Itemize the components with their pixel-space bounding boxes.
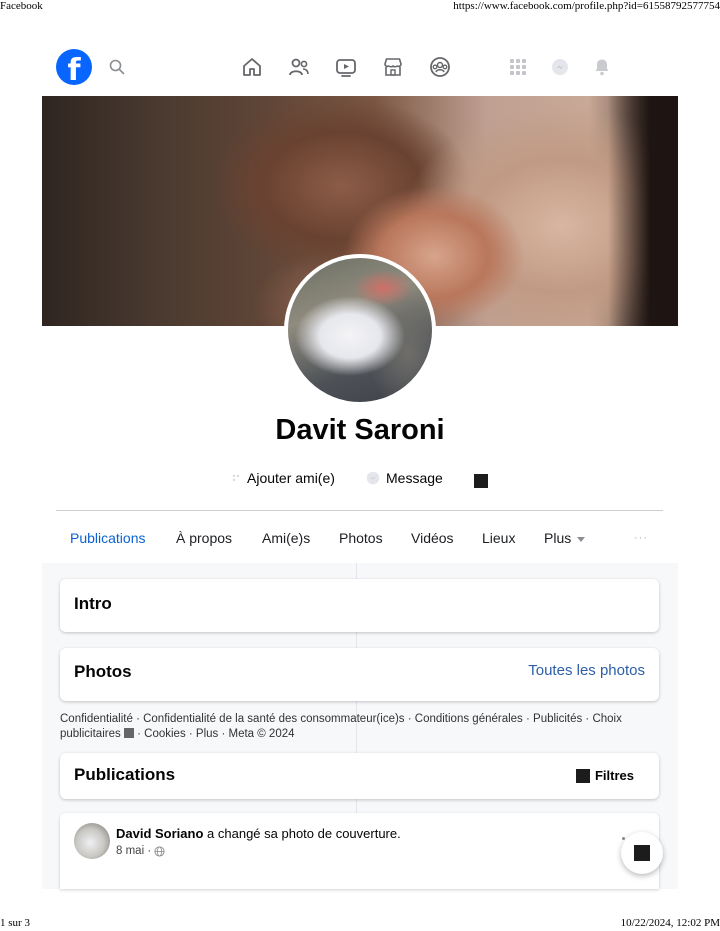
add-friend-button[interactable]: Ajouter ami(e) — [229, 470, 335, 486]
profile-actions: Ajouter ami(e) Message — [0, 470, 720, 492]
main-nav-icons — [240, 55, 452, 79]
intro-title: Intro — [74, 594, 112, 613]
profile-picture[interactable] — [284, 254, 436, 406]
add-friend-icon — [232, 474, 240, 482]
watch-icon[interactable] — [334, 55, 358, 79]
messenger-icon[interactable] — [550, 57, 570, 77]
compose-icon — [634, 845, 650, 861]
friends-icon[interactable] — [287, 55, 311, 79]
more-options-icon[interactable]: ··· — [634, 532, 648, 544]
facebook-logo[interactable]: f — [56, 49, 92, 85]
print-datetime: 10/22/2024, 12:02 PM — [620, 917, 720, 929]
tab-places[interactable]: Lieux — [482, 530, 515, 546]
all-photos-link[interactable]: Toutes les photos — [528, 662, 645, 679]
tab-videos[interactable]: Vidéos — [411, 530, 454, 546]
top-navigation: f — [42, 44, 678, 92]
ad-choices-icon — [123, 728, 134, 738]
account-nav-icons — [508, 57, 612, 77]
groups-icon[interactable] — [428, 55, 452, 79]
search-icon[interactable] — [108, 58, 126, 76]
photos-card: Photos Toutes les photos — [60, 648, 659, 701]
tab-friends[interactable]: Ami(e)s — [262, 530, 310, 546]
tab-about[interactable]: À propos — [176, 530, 232, 546]
print-page-number: 1 sur 3 — [0, 917, 30, 929]
new-message-button[interactable] — [621, 832, 663, 874]
print-url: https://www.facebook.com/profile.php?id=… — [453, 0, 720, 12]
filters-label: Filtres — [594, 768, 634, 783]
filters-icon — [575, 768, 590, 783]
profile-divider — [56, 510, 663, 511]
cover-photo-shadow — [608, 96, 678, 326]
post-action-text: a changé sa photo de couverture. — [203, 826, 401, 841]
footer-links-line1[interactable]: Confidentialité · Confidentialité de la … — [60, 713, 622, 725]
print-header: Facebook https://www.facebook.com/profil… — [0, 0, 720, 14]
post-author-avatar[interactable] — [74, 823, 110, 859]
menu-grid-icon[interactable] — [508, 57, 528, 77]
post-date[interactable]: 8 mai · — [116, 845, 151, 857]
profile-tabs: Publications À propos Ami(e)s Photos Vid… — [56, 526, 663, 550]
add-friend-label: Ajouter ami(e) — [247, 470, 335, 486]
tab-more-label: Plus — [544, 530, 572, 546]
message-label: Message — [386, 470, 443, 486]
post-card: David Soriano a changé sa photo de couve… — [60, 813, 659, 889]
post-meta: 8 mai · — [116, 845, 165, 857]
message-button[interactable]: Message — [366, 470, 443, 486]
tab-more[interactable]: Plus — [544, 530, 586, 546]
footer-links: Confidentialité · Confidentialité de la … — [60, 712, 660, 742]
more-actions-button[interactable] — [474, 474, 488, 488]
tab-publications[interactable]: Publications — [70, 530, 146, 546]
globe-icon — [154, 845, 165, 857]
footer-links-line2a[interactable]: publicitaires — [60, 728, 124, 740]
home-icon[interactable] — [240, 55, 264, 79]
profile-name: Davit Saroni — [275, 414, 445, 446]
messenger-small-icon — [366, 471, 380, 485]
publications-title: Publications — [74, 765, 176, 784]
notifications-icon[interactable] — [592, 57, 612, 77]
tab-photos[interactable]: Photos — [339, 530, 383, 546]
intro-card: Intro — [60, 579, 659, 632]
publications-card: Publications Filtres — [60, 753, 659, 799]
chevron-down-icon — [577, 536, 586, 542]
photos-title: Photos — [74, 662, 132, 681]
post-author-name[interactable]: David Soriano — [116, 826, 203, 841]
post-headline: David Soriano a changé sa photo de couve… — [116, 826, 401, 841]
print-footer: 1 sur 3 10/22/2024, 12:02 PM — [0, 917, 720, 931]
marketplace-icon[interactable] — [381, 55, 405, 79]
footer-links-line2b[interactable]: · Cookies · Plus · Meta © 2024 — [134, 728, 294, 740]
print-page-title: Facebook — [0, 0, 43, 12]
filters-button[interactable]: Filtres — [575, 768, 634, 783]
